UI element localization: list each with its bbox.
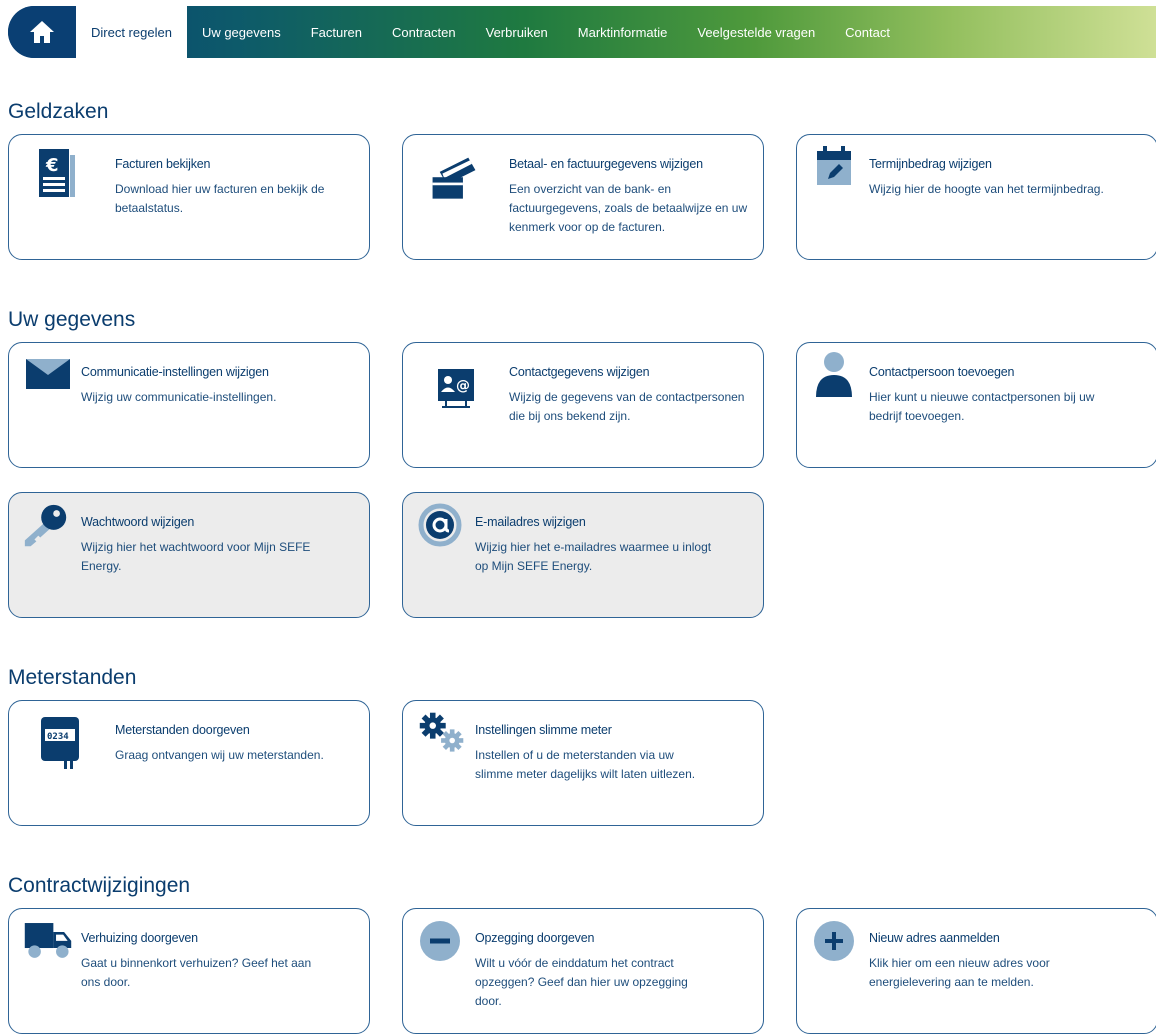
home-button[interactable] (8, 6, 76, 58)
card-title: Contactgegevens wijzigen (509, 365, 650, 379)
card-betaal-factuurgegevens[interactable]: Betaal- en factuurgegevens wijzigen Een … (402, 134, 764, 260)
credit-card-icon (429, 151, 479, 201)
contact-card-icon: @ (431, 367, 481, 417)
card-contactpersoon-toevoegen[interactable]: Contactpersoon toevoegen Hier kunt u nie… (796, 342, 1156, 468)
meter-digits: 0234 (47, 732, 69, 742)
plus-circle-icon (809, 919, 859, 969)
nav-veelgestelde-vragen[interactable]: Veelgestelde vragen (682, 6, 830, 58)
nav-contracten[interactable]: Contracten (377, 6, 471, 58)
nav-marktinformatie[interactable]: Marktinformatie (563, 6, 683, 58)
card-description: Wijzig uw communicatie-instellingen. (81, 390, 277, 404)
card-description: Download hier uw facturen en bekijk de b… (115, 182, 325, 215)
card-title: Verhuizing doorgeven (81, 931, 198, 945)
card-description: Wijzig hier het e-mailadres waarmee u in… (475, 540, 712, 573)
card-description: Een overzicht van de bank- en factuurgeg… (509, 182, 748, 234)
card-description: Instellen of u de meterstanden via uw sl… (475, 748, 696, 781)
meter-icon: 0234 (35, 715, 85, 769)
card-title: Facturen bekijken (115, 157, 211, 171)
card-description: Graag ontvangen wij uw meterstanden. (115, 748, 324, 762)
card-description: Wijzig de gegevens van de contactpersone… (509, 390, 745, 423)
minus-circle-icon (415, 919, 465, 969)
nav-direct-regelen[interactable]: Direct regelen (76, 6, 187, 58)
section-title-uw-gegevens: Uw gegevens (8, 308, 136, 331)
section-title-meterstanden: Meterstanden (8, 666, 137, 689)
card-title: Termijnbedrag wijzigen (869, 157, 992, 171)
at-sign-icon (415, 503, 465, 553)
card-title: Opzegging doorgeven (475, 931, 595, 945)
card-nieuw-adres-aanmelden[interactable]: Nieuw adres aanmelden Klik hier om een n… (796, 908, 1156, 1034)
svg-text:€: € (45, 155, 59, 176)
gears-icon (417, 709, 467, 759)
card-description: Hier kunt u nieuwe contactpersonen bij u… (869, 390, 1095, 423)
card-title: E-mailadres wijzigen (475, 515, 586, 529)
card-description: Gaat u binnenkort verhuizen? Geef het aa… (81, 956, 312, 989)
section-title-contractwijzigingen: Contractwijzigingen (8, 874, 191, 897)
home-icon (30, 21, 54, 43)
calendar-edit-icon (809, 143, 859, 193)
card-contactgegevens[interactable]: @ Contactgegevens wijzigen Wijzig de geg… (402, 342, 764, 468)
card-emailadres-wijzigen[interactable]: E-mailadres wijzigen Wijzig hier het e-m… (402, 492, 764, 618)
card-description: Klik hier om een nieuw adres voor energi… (869, 956, 1050, 989)
card-termijnbedrag[interactable]: Termijnbedrag wijzigen Wijzig hier de ho… (796, 134, 1156, 260)
invoice-euro-icon: € (31, 149, 81, 199)
card-title: Wachtwoord wijzigen (81, 515, 195, 529)
section-title-geldzaken: Geldzaken (8, 100, 109, 123)
nav-facturen[interactable]: Facturen (296, 6, 377, 58)
envelope-icon (23, 357, 73, 407)
card-description: Wilt u vóór de einddatum het contract op… (475, 956, 688, 1008)
card-title: Betaal- en factuurgegevens wijzigen (509, 157, 703, 171)
card-title: Meterstanden doorgeven (115, 723, 250, 737)
card-instellingen-slimme-meter[interactable]: Instellingen slimme meter Instellen of u… (402, 700, 764, 826)
key-icon (21, 501, 71, 551)
card-wachtwoord-wijzigen[interactable]: Wachtwoord wijzigen Wijzig hier het wach… (8, 492, 370, 618)
card-meterstanden-doorgeven[interactable]: 0234 Meterstanden doorgeven Graag ontvan… (8, 700, 370, 826)
card-communicatie-instellingen[interactable]: Communicatie-instellingen wijzigen Wijzi… (8, 342, 370, 468)
card-verhuizing-doorgeven[interactable]: Verhuizing doorgeven Gaat u binnenkort v… (8, 908, 370, 1034)
card-opzegging-doorgeven[interactable]: Opzegging doorgeven Wilt u vóór de eindd… (402, 908, 764, 1034)
card-description: Wijzig hier de hoogte van het termijnbed… (869, 182, 1104, 196)
card-title: Nieuw adres aanmelden (869, 931, 1000, 945)
main-navigation: Direct regelen Uw gegevens Facturen Cont… (8, 6, 1156, 58)
nav-uw-gegevens[interactable]: Uw gegevens (187, 6, 296, 58)
person-icon (809, 351, 859, 401)
card-title: Instellingen slimme meter (475, 723, 612, 737)
card-facturen-bekijken[interactable]: € Facturen bekijken Download hier uw fac… (8, 134, 370, 260)
nav-verbruiken[interactable]: Verbruiken (471, 6, 563, 58)
truck-icon (23, 917, 73, 967)
nav-contact[interactable]: Contact (830, 6, 905, 58)
svg-text:@: @ (456, 378, 470, 394)
card-description: Wijzig hier het wachtwoord voor Mijn SEF… (81, 540, 311, 573)
card-title: Communicatie-instellingen wijzigen (81, 365, 269, 379)
card-title: Contactpersoon toevoegen (869, 365, 1015, 379)
